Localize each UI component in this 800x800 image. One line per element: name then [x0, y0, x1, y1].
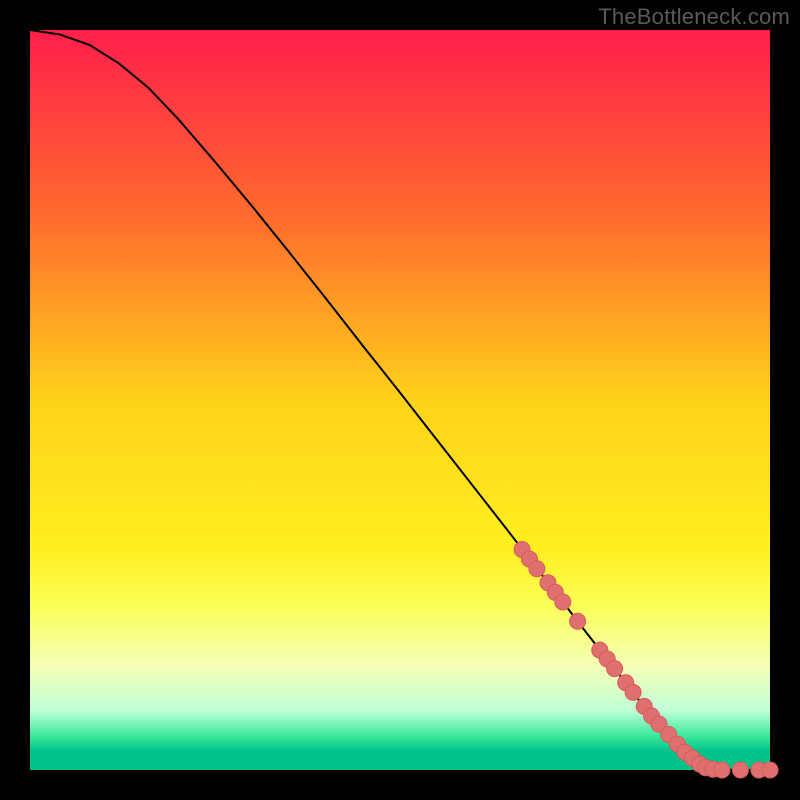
data-marker [555, 594, 571, 610]
chart-container: { "watermark": "TheBottleneck.com", "cha… [0, 0, 800, 800]
data-marker [529, 561, 545, 577]
data-marker [714, 762, 730, 778]
plot-background [30, 30, 770, 770]
data-marker [625, 684, 641, 700]
data-marker [762, 762, 778, 778]
data-marker [732, 762, 748, 778]
watermark-text: TheBottleneck.com [598, 4, 790, 30]
data-marker [570, 613, 586, 629]
data-marker [607, 661, 623, 677]
chart-svg [0, 0, 800, 800]
